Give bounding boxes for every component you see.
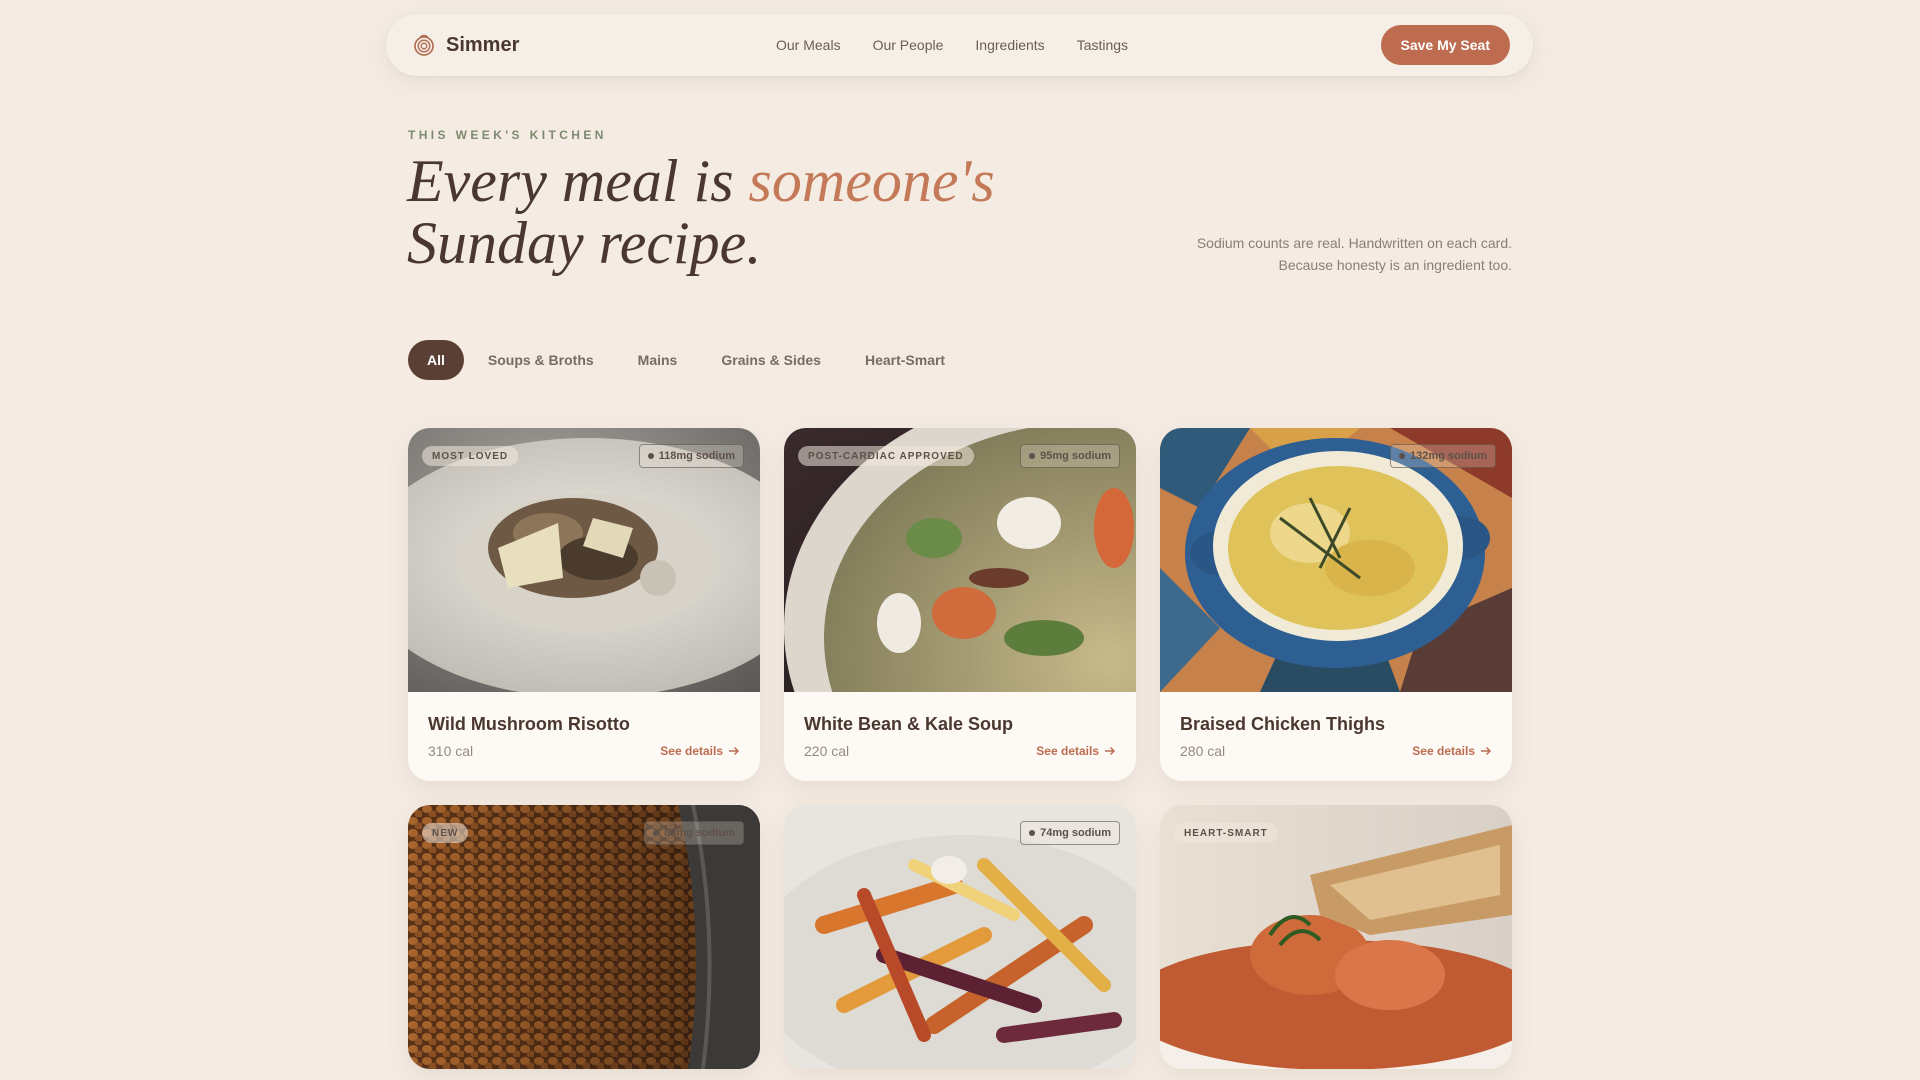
nav-link-tastings[interactable]: Tastings [1077, 37, 1128, 53]
filter-heart-smart[interactable]: Heart-Smart [843, 340, 967, 380]
meal-card[interactable]: 74mg sodium [784, 805, 1136, 1069]
see-details-link[interactable]: See details [1412, 744, 1492, 758]
category-filters: All Soups & Broths Mains Grains & Sides … [408, 340, 967, 380]
see-details-link[interactable]: See details [660, 744, 740, 758]
sodium-badge: 132mg sodium [1389, 444, 1496, 468]
sodium-value: 132mg sodium [1409, 450, 1487, 462]
headline-part-1: Every meal is [407, 148, 749, 214]
page-headline: Every meal is someone's Sunday recipe. [407, 150, 1107, 274]
sodium-value: 95mg sodium [1040, 450, 1111, 462]
meal-card-image: HEART-SMART [1160, 805, 1512, 1069]
see-details-label: See details [660, 744, 723, 758]
nav-link-ingredients[interactable]: Ingredients [975, 37, 1044, 53]
filter-all[interactable]: All [408, 340, 464, 380]
arrow-right-icon [1481, 747, 1491, 755]
headline-part-2: Sunday recipe. [407, 210, 762, 276]
dot-icon [647, 453, 654, 459]
meal-card-image: POST-CARDIAC APPROVED 95mg sodium [784, 428, 1136, 692]
meal-calories: 310 cal [428, 743, 474, 759]
meal-title: Braised Chicken Thighs [1180, 714, 1386, 734]
sodium-badge: 88mg sodium [644, 821, 744, 845]
dot-icon [1398, 453, 1405, 459]
meal-card-image: NEW 88mg sodium [408, 805, 760, 1069]
meal-calories: 220 cal [804, 743, 850, 759]
meal-card[interactable]: NEW 88mg sodium [408, 805, 760, 1069]
meal-tag: POST-CARDIAC APPROVED [798, 446, 974, 466]
see-details-label: See details [1036, 744, 1099, 758]
headline-accent: someone's [748, 148, 995, 214]
dot-icon [1029, 453, 1036, 459]
brand-name: Simmer [446, 33, 520, 56]
meal-card-image: MOST LOVED 118mg sodium [408, 428, 760, 692]
filter-soups-broths[interactable]: Soups & Broths [466, 340, 616, 380]
top-navigation: Simmer Our Meals Our People Ingredients … [386, 14, 1533, 76]
sodium-value: 88mg sodium [664, 827, 735, 839]
sodium-value: 74mg sodium [1040, 827, 1111, 839]
spiral-pot-icon [414, 34, 434, 56]
seafood-stew-photo [1160, 805, 1512, 1069]
sodium-value: 118mg sodium [658, 450, 735, 462]
meal-title: Wild Mushroom Risotto [428, 714, 630, 734]
meal-card-body: Braised Chicken Thighs 280 cal See detai… [1160, 692, 1512, 781]
sodium-badge: 118mg sodium [638, 444, 744, 468]
nav-link-our-people[interactable]: Our People [873, 37, 944, 53]
nav-links: Our Meals Our People Ingredients Tasting… [776, 14, 1128, 76]
filter-mains[interactable]: Mains [616, 340, 700, 380]
sodium-badge: 95mg sodium [1020, 444, 1120, 468]
see-details-label: See details [1412, 744, 1475, 758]
meal-card[interactable]: POST-CARDIAC APPROVED 95mg sodium White … [784, 428, 1136, 781]
meal-tag: NEW [422, 823, 469, 843]
meal-card[interactable]: MOST LOVED 118mg sodium Wild Mushroom Ri… [408, 428, 760, 781]
meal-card-image: 132mg sodium [1160, 428, 1512, 692]
meal-title: White Bean & Kale Soup [804, 714, 1014, 734]
meal-card[interactable]: 132mg sodium Braised Chicken Thighs 280 … [1160, 428, 1512, 781]
sodium-note: Sodium counts are real. Handwritten on e… [1132, 232, 1512, 276]
meal-card[interactable]: HEART-SMART [1160, 805, 1512, 1069]
meal-tag: MOST LOVED [422, 446, 519, 466]
nav-link-our-meals[interactable]: Our Meals [776, 37, 841, 53]
filter-grains-sides[interactable]: Grains & Sides [699, 340, 843, 380]
save-my-seat-button[interactable]: Save My Seat [1380, 25, 1510, 65]
sodium-note-line-2: Because honesty is an ingredient too. [1278, 257, 1513, 273]
brand[interactable]: Simmer [412, 14, 519, 76]
arrow-right-icon [1105, 747, 1115, 755]
dot-icon [653, 830, 660, 836]
arrow-right-icon [729, 747, 739, 755]
meal-calories: 280 cal [1180, 743, 1226, 759]
meal-card-body: Wild Mushroom Risotto 310 cal See detail… [408, 692, 760, 781]
sodium-badge: 74mg sodium [1020, 821, 1120, 845]
meal-card-image: 74mg sodium [784, 805, 1136, 1069]
dot-icon [1029, 830, 1036, 836]
meal-card-body: White Bean & Kale Soup 220 cal See detai… [784, 692, 1136, 781]
section-eyebrow: THIS WEEK'S KITCHEN [408, 128, 607, 142]
meal-tag: HEART-SMART [1174, 823, 1278, 843]
sodium-note-line-1: Sodium counts are real. Handwritten on e… [1196, 235, 1512, 251]
see-details-link[interactable]: See details [1036, 744, 1116, 758]
